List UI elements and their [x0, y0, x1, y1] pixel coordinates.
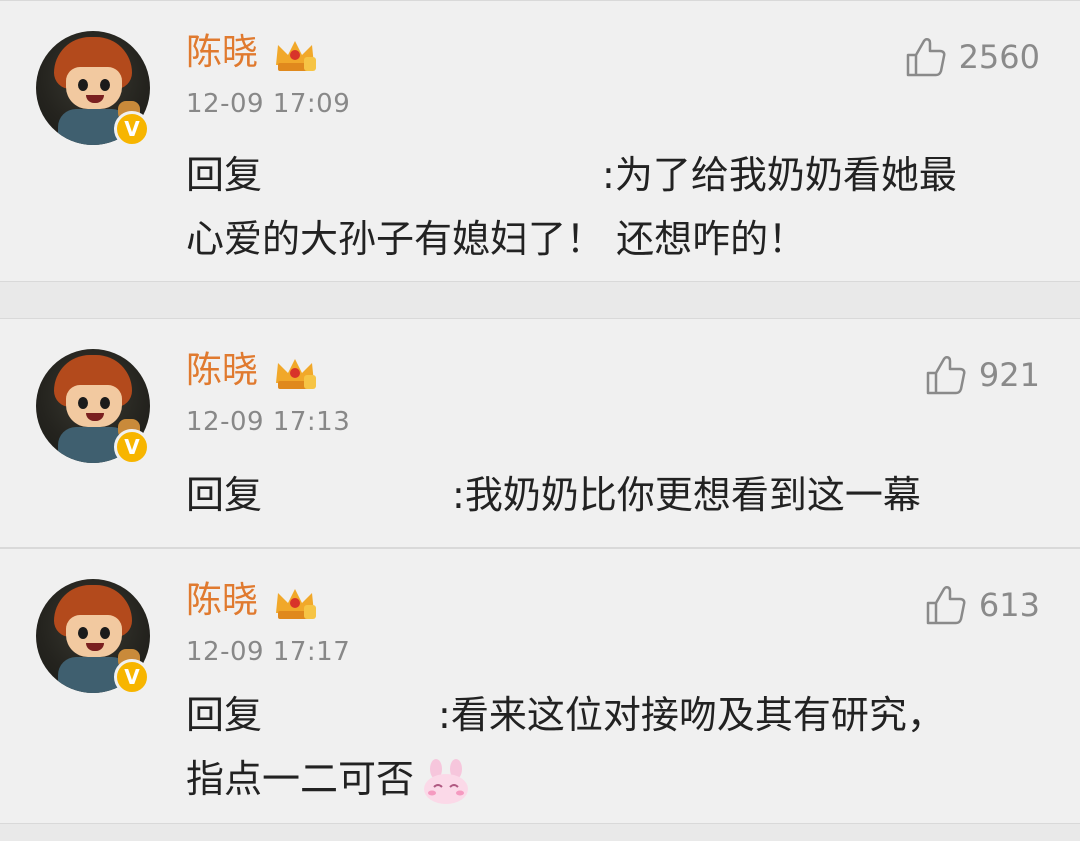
reply-prefix: 回复: [186, 693, 263, 737]
comment-line: :看来这位对接吻及其有研究，: [438, 693, 945, 737]
reply-prefix: 回复: [186, 473, 263, 517]
like-button[interactable]: 921: [923, 353, 1040, 397]
verified-v-icon: V: [114, 659, 150, 695]
thumbs-up-icon: [926, 586, 966, 625]
comment-time: 12-09 17:13: [186, 407, 351, 437]
comment-item: V 陈晓 12-09 17:13 921 回复 :我奶奶比你更想看到这一幕: [0, 318, 1080, 548]
username[interactable]: 陈晓: [186, 579, 258, 623]
vip-crown-icon: [276, 359, 316, 389]
comment-line: :我奶奶比你更想看到这一幕: [452, 473, 921, 517]
thumbs-up-icon: [906, 38, 946, 77]
comment-line: :为了给我奶奶看她最: [602, 153, 957, 197]
username[interactable]: 陈晓: [186, 349, 258, 393]
like-count: 921: [978, 356, 1040, 394]
rabbit-emoji-icon: [424, 758, 469, 804]
verified-v-icon: V: [114, 111, 150, 147]
reply-prefix: 回复: [186, 153, 263, 197]
comment-text: 心爱的大孙子有媳妇了！ 还想咋的！: [186, 207, 806, 271]
like-count: 2560: [958, 38, 1040, 76]
vip-crown-icon: [276, 41, 316, 71]
username[interactable]: 陈晓: [186, 31, 258, 75]
comment-text: 回复 :为了给我奶奶看她最: [186, 143, 957, 207]
comment-time: 12-09 17:17: [186, 637, 351, 667]
thumbs-up-icon: [926, 356, 966, 395]
comment-line: 指点一二可否: [186, 757, 415, 801]
comment-item: V 陈晓 12-09 17:17 613 回复 :看来这位对接吻及其有研究， 指点…: [0, 548, 1080, 824]
comment-text: 回复 :看来这位对接吻及其有研究，: [186, 683, 945, 747]
comment-time: 12-09 17:09: [186, 89, 351, 119]
like-button[interactable]: 2560: [903, 35, 1040, 79]
like-button[interactable]: 613: [923, 583, 1040, 627]
comment-item: V 陈晓 12-09 17:09 2560 回复 :为了给我奶奶看她最 心爱的大孙…: [0, 0, 1080, 282]
vip-crown-icon: [276, 589, 316, 619]
like-count: 613: [978, 586, 1040, 624]
comment-text: 回复 :我奶奶比你更想看到这一幕: [186, 463, 921, 527]
verified-v-icon: V: [114, 429, 150, 465]
comment-text: 指点一二可否: [186, 747, 472, 811]
comment-line: 心爱的大孙子有媳妇了！ 还想咋的！: [186, 217, 807, 261]
